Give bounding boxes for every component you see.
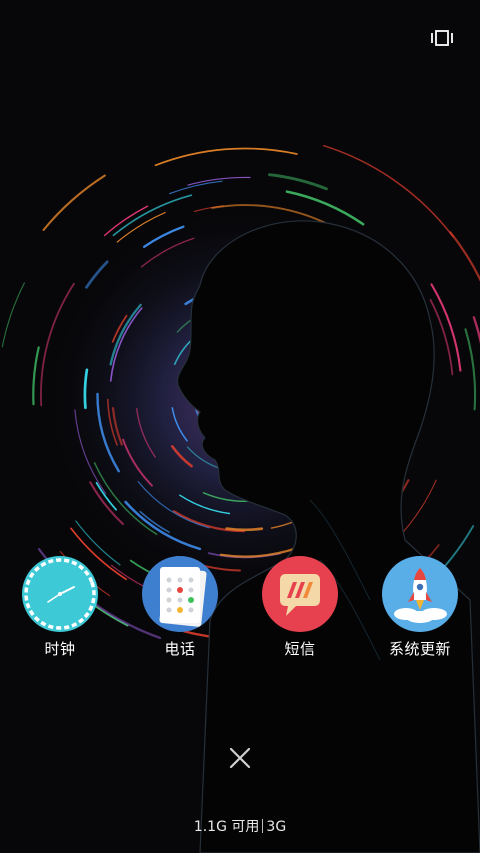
app-label: 电话 [164, 640, 196, 658]
close-icon[interactable] [226, 744, 254, 772]
rocket-icon [382, 556, 458, 632]
message-icon [262, 556, 338, 632]
memory-status: 1.1G 可用 3G [0, 816, 480, 836]
divider [262, 819, 264, 833]
app-system-update[interactable]: 系统更新 [375, 556, 465, 659]
memory-total: 3G [266, 819, 287, 835]
memory-available: 1.1G 可用 [193, 819, 260, 835]
wallpaper-image [0, 0, 480, 853]
clock-icon [22, 556, 98, 632]
app-phone[interactable]: 电话 [135, 556, 225, 659]
app-label: 时钟 [44, 640, 76, 658]
recent-apps-screen: 时钟 电话 短信 系统更新 1.1G 可用 3G [0, 0, 480, 853]
app-messages[interactable]: 短信 [255, 556, 345, 659]
app-label: 系统更新 [388, 640, 451, 658]
phone-dialpad-icon [142, 556, 218, 632]
multi-window-icon[interactable] [430, 28, 454, 48]
app-clock[interactable]: 时钟 [15, 556, 105, 659]
star-trail-arc [225, 527, 264, 532]
recent-apps-row: 时钟 电话 短信 系统更新 [0, 556, 480, 666]
app-label: 短信 [284, 640, 316, 658]
